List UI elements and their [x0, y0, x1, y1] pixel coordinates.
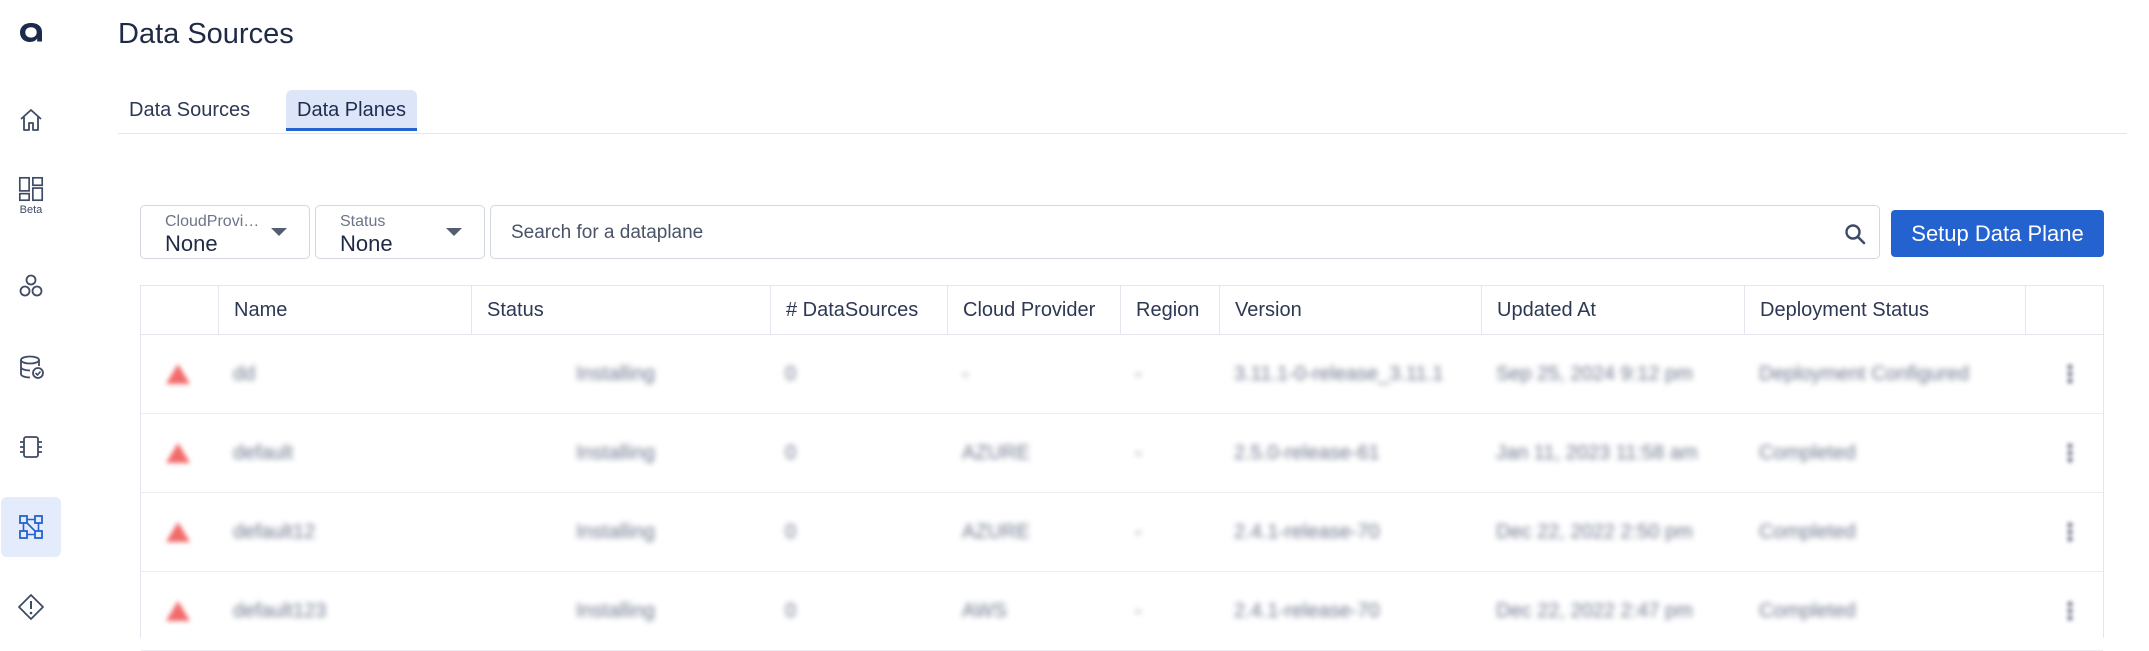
cell-cloud-provider: - [962, 363, 969, 385]
warning-icon [166, 443, 190, 463]
kebab-icon[interactable] [2065, 363, 2075, 385]
table-row[interactable]: default12 Installing 0 AZURE - 2.4.1-rel… [141, 493, 2103, 572]
status-value: None [340, 231, 393, 256]
cell-updated-at: Dec 22, 2022 2:50 pm [1496, 521, 1693, 543]
search-icon[interactable] [1843, 222, 1867, 246]
home-icon [20, 109, 42, 131]
cell-status: Installing [576, 521, 655, 543]
cloud-provider-label: CloudProvider [165, 213, 260, 230]
cell-status: Installing [576, 363, 655, 385]
chevron-down-icon [446, 228, 462, 236]
table-header: Name Status # DataSources Cloud Provider… [141, 286, 2103, 335]
column-header-version[interactable]: Version [1219, 286, 1482, 334]
cell-name: default123 [233, 600, 327, 622]
warning-icon [166, 601, 190, 621]
cell-datasources: 0 [785, 600, 797, 622]
app-logo-icon[interactable] [16, 16, 46, 46]
cell-updated-at: Sep 25, 2024 9:12 pm [1496, 363, 1693, 385]
nav-data-planes[interactable] [1, 497, 61, 557]
cell-version: 2.4.1-release-70 [1234, 521, 1380, 543]
cell-region: - [1135, 442, 1142, 464]
nav-clusters[interactable] [1, 256, 61, 316]
cell-deployment-status: Completed [1759, 600, 1856, 622]
cell-name: default [233, 442, 294, 464]
cell-datasources: 0 [785, 521, 797, 543]
table-row[interactable]: dd Installing 0 - - 3.11.1-0-release_3.1… [141, 335, 2103, 414]
nav-alerts[interactable] [1, 577, 61, 637]
dataplane-icon [19, 515, 43, 539]
cell-updated-at: Dec 22, 2022 2:47 pm [1496, 600, 1693, 622]
kebab-icon[interactable] [2065, 521, 2075, 543]
status-label: Status [340, 213, 386, 230]
cell-cloud-provider: AZURE [962, 521, 1030, 543]
cluster-icon [19, 274, 43, 297]
cell-deployment-status: Completed [1759, 521, 1856, 543]
cloud-provider-select[interactable]: CloudProvider None [140, 205, 310, 259]
dashboard-icon [18, 176, 44, 201]
column-header-cloud-provider[interactable]: Cloud Provider [947, 286, 1121, 334]
column-header-updated-at[interactable]: Updated At [1481, 286, 1745, 334]
kebab-icon[interactable] [2065, 600, 2075, 622]
cell-version: 2.5.0-release-61 [1234, 442, 1380, 464]
nav-dashboards[interactable]: Beta [1, 165, 61, 225]
warning-icon [166, 522, 190, 542]
column-header-name[interactable]: Name [218, 286, 472, 334]
tab-data-sources[interactable]: Data Sources [118, 90, 261, 131]
cell-cloud-provider: AZURE [962, 442, 1030, 464]
column-header-deployment-status[interactable]: Deployment Status [1744, 286, 2026, 334]
cell-version: 3.11.1-0-release_3.11.1 [1234, 363, 1444, 385]
database-check-icon [20, 355, 44, 379]
table-row[interactable]: default123 Installing 0 AWS - 2.4.1-rele… [141, 572, 2103, 651]
warning-icon [166, 364, 190, 384]
alert-icon [18, 594, 44, 620]
cell-region: - [1135, 600, 1142, 622]
beta-label: Beta [19, 203, 43, 216]
kebab-icon[interactable] [2065, 442, 2075, 464]
tab-bar: Data Sources Data Planes [118, 90, 2127, 134]
status-select[interactable]: Status None [315, 205, 485, 259]
cell-status: Installing [576, 600, 655, 622]
nav-processors[interactable] [1, 417, 61, 477]
cloud-provider-value: None [165, 231, 218, 256]
cell-name: dd [233, 363, 256, 385]
table-row[interactable]: default Installing 0 AZURE - 2.5.0-relea… [141, 414, 2103, 493]
cell-deployment-status: Deployment Configured [1759, 363, 1970, 385]
data-planes-table: Name Status # DataSources Cloud Provider… [140, 285, 2104, 651]
cell-cloud-provider: AWS [962, 600, 1007, 622]
column-header-region[interactable]: Region [1120, 286, 1220, 334]
search-input[interactable] [509, 206, 1813, 260]
cell-version: 2.4.1-release-70 [1234, 600, 1380, 622]
tab-data-planes[interactable]: Data Planes [286, 90, 417, 131]
nav-home[interactable] [1, 90, 61, 150]
setup-data-plane-button[interactable]: Setup Data Plane [1891, 210, 2104, 257]
cell-deployment-status: Completed [1759, 442, 1856, 464]
cell-name: default12 [233, 521, 316, 543]
cell-region: - [1135, 363, 1142, 385]
cell-region: - [1135, 521, 1142, 543]
nav-data-sources[interactable] [1, 337, 61, 397]
column-header-actions [2025, 286, 2105, 334]
cell-datasources: 0 [785, 442, 797, 464]
cell-status: Installing [576, 442, 655, 464]
chevron-down-icon [271, 228, 287, 236]
cell-datasources: 0 [785, 363, 797, 385]
column-header-datasources[interactable]: # DataSources [770, 286, 948, 334]
page-title: Data Sources [118, 18, 294, 50]
search-box [490, 205, 1880, 260]
column-header-status[interactable]: Status [471, 286, 770, 334]
sidebar: Beta [0, 0, 62, 638]
chip-icon [20, 436, 42, 458]
cell-updated-at: Jan 11, 2023 11:58 am [1496, 442, 1698, 464]
